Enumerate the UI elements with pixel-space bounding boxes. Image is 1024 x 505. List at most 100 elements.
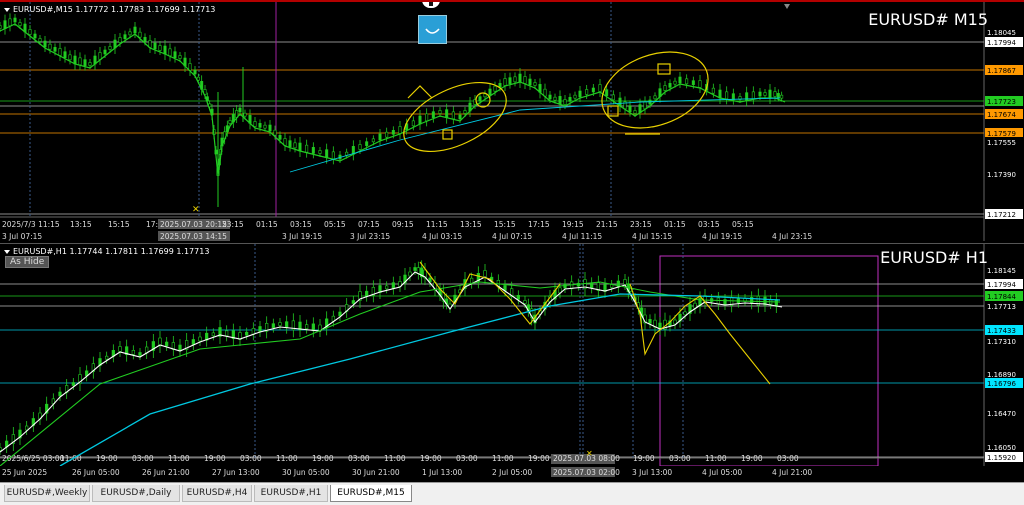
price-label: 1.17433	[987, 327, 1016, 335]
candle-body	[413, 267, 417, 271]
tab-h4[interactable]: EURUSD#,H4	[182, 485, 252, 502]
time-label: 4 Jul 11:15	[562, 232, 602, 241]
chart-bottom-spacer: 25 Jun 2025 26 Jun 05:00 26 Jun 21:00 27 Ju…	[0, 466, 1024, 482]
time-label: 19:00	[741, 454, 763, 463]
hide-button[interactable]: As Hide	[5, 256, 50, 268]
candle-body	[611, 94, 615, 101]
time-label: 09:15	[392, 220, 414, 229]
candle-body	[463, 110, 467, 114]
price-label: 1.16050	[987, 444, 1016, 452]
collapse-triangle-icon[interactable]	[4, 7, 10, 12]
yellow-drawing	[607, 105, 619, 117]
candle-body	[98, 52, 102, 60]
candle-body	[553, 96, 557, 101]
time-label: 05:15	[732, 220, 754, 229]
candle-body	[648, 319, 652, 324]
candle-body	[493, 85, 497, 92]
time-label: 4 Jul 15:15	[632, 232, 672, 241]
candle-body	[288, 140, 292, 147]
candle-body	[153, 42, 157, 50]
candle-body	[673, 319, 677, 325]
candle-body	[573, 94, 577, 99]
candle-body	[128, 31, 132, 36]
tab-weekly[interactable]: EURUSD#,Weekly	[4, 485, 90, 502]
candle-body	[293, 142, 297, 149]
price-label: 1.17723	[987, 98, 1016, 106]
candle-body	[425, 113, 429, 122]
time-label: 03:00	[348, 454, 370, 463]
candle-body	[605, 89, 609, 96]
candle-body	[198, 336, 202, 342]
candle-body	[718, 89, 722, 99]
time-label: 2 Jul 05:00	[492, 468, 532, 477]
candle-body	[431, 111, 435, 118]
price-label: 1.16890	[987, 371, 1016, 379]
tab-daily[interactable]: EURUSD#,Daily	[92, 485, 180, 502]
candle-body	[523, 76, 527, 84]
candle-body	[578, 90, 582, 98]
candle-body	[43, 40, 47, 48]
candle-body	[751, 91, 755, 100]
candle-body	[503, 78, 507, 86]
candle-body	[138, 31, 142, 38]
time-label: 03:00	[132, 454, 154, 463]
time-label: 4 Jul 07:15	[492, 232, 532, 241]
price-label: 1.17212	[987, 211, 1016, 219]
time-label: 27 Jun 13:00	[212, 468, 260, 477]
m15-chart-pane[interactable]: 1.18045 1.17994 1.17867 1.17723 1.17674 1.175…	[0, 0, 1024, 241]
candle-body	[83, 59, 87, 66]
candle-body	[63, 51, 67, 58]
candle-body	[518, 73, 522, 83]
collapse-triangle-icon[interactable]	[4, 249, 10, 254]
time-label: 03:15	[698, 220, 720, 229]
candle-body	[745, 92, 749, 101]
candle-body	[58, 48, 62, 56]
time-label: 01:15	[664, 220, 686, 229]
m15-chart-canvas[interactable]: 1.18045 1.17994 1.17867 1.17723 1.17674 1.175…	[0, 2, 1024, 241]
time-label: 05:15	[324, 220, 346, 229]
candle-body	[245, 331, 249, 336]
candle-body	[165, 341, 169, 347]
time-label: 3 Jul 07:15	[2, 232, 42, 241]
yellow-drawing	[403, 81, 507, 153]
candle-body	[298, 142, 302, 152]
candle-body	[643, 101, 647, 110]
price-label: 1.17310	[987, 338, 1016, 346]
candle-body	[351, 300, 355, 304]
candle-body	[73, 55, 77, 65]
candle-body	[211, 332, 215, 337]
candle-body	[118, 37, 122, 43]
candle-body	[731, 93, 735, 100]
candle-body	[385, 285, 389, 290]
candle-body	[438, 110, 442, 114]
time-label: 4 Jul 03:15	[422, 232, 462, 241]
time-label: 03:00	[456, 454, 478, 463]
candle-body	[685, 78, 689, 85]
tab-m15[interactable]: EURUSD#,M15	[330, 485, 412, 502]
h1-symbol-info: EURUSD#,H1 1.17744 1.17811 1.17699 1.177…	[4, 247, 209, 256]
candle-body	[725, 91, 729, 100]
time-label: 4 Jul 23:15	[772, 232, 812, 241]
candle-body	[653, 95, 657, 100]
h1-chart-canvas[interactable]: 1.18145 1.17994 1.17844 1.17713 1.17433 1.173…	[0, 244, 1024, 466]
m15-chart-title: EURUSD# M15	[868, 10, 988, 29]
time-label: 17:15	[528, 220, 550, 229]
time-label: 15:15	[494, 220, 516, 229]
candle-body	[131, 350, 135, 355]
candle-body	[28, 29, 32, 35]
candle-body	[243, 112, 247, 117]
h1-chart-pane[interactable]: 1.18145 1.17994 1.17844 1.17713 1.17433 1.173…	[0, 243, 1024, 466]
candle-body	[663, 85, 667, 91]
candle-body	[568, 97, 572, 102]
time-label: 15:15	[108, 220, 130, 229]
candle-body	[193, 69, 197, 75]
candle-body	[258, 326, 262, 332]
time-label: 19:00	[420, 454, 442, 463]
candle-body	[305, 324, 309, 329]
smiley-logo-icon	[418, 15, 447, 44]
candle-body	[488, 88, 492, 96]
tab-h1[interactable]: EURUSD#,H1	[254, 485, 328, 502]
time-label: 19:00	[312, 454, 334, 463]
h1-chart-title: EURUSD# H1	[880, 248, 988, 267]
candle-body	[365, 141, 369, 146]
